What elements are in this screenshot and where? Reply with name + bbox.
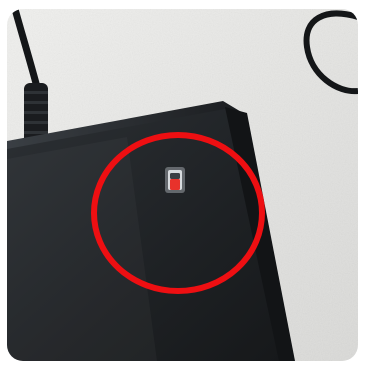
indicator-light — [165, 167, 185, 193]
photo-frame — [7, 9, 358, 361]
photo — [7, 9, 358, 361]
